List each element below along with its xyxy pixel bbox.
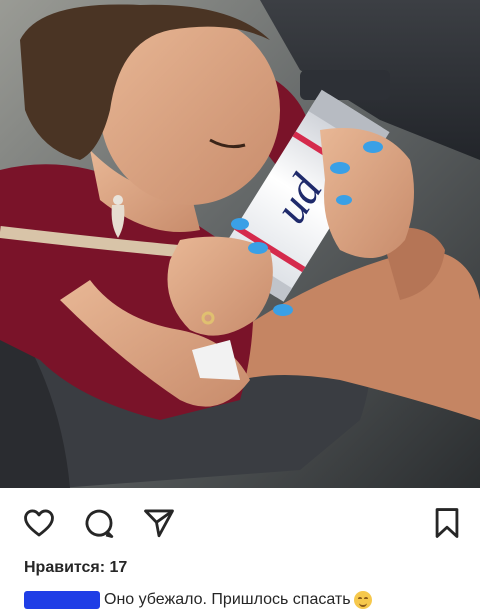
likes-count[interactable]: Нравится: 17 <box>24 559 127 577</box>
redacted-username[interactable] <box>24 591 100 609</box>
paper-plane-icon[interactable] <box>142 506 176 540</box>
smiling-face-icon <box>353 591 372 609</box>
post-caption: Оно убежало. Пришлось спасать <box>24 588 372 612</box>
heart-icon[interactable] <box>22 506 56 540</box>
post-photo[interactable]: ud <box>0 0 480 488</box>
photo-illustration: ud <box>0 0 480 488</box>
caption-text: Оно убежало. Пришлось спасать <box>104 591 351 608</box>
bookmark-icon[interactable] <box>430 506 464 540</box>
comment-bubble-icon[interactable] <box>82 506 116 540</box>
post-action-bar <box>0 488 480 550</box>
